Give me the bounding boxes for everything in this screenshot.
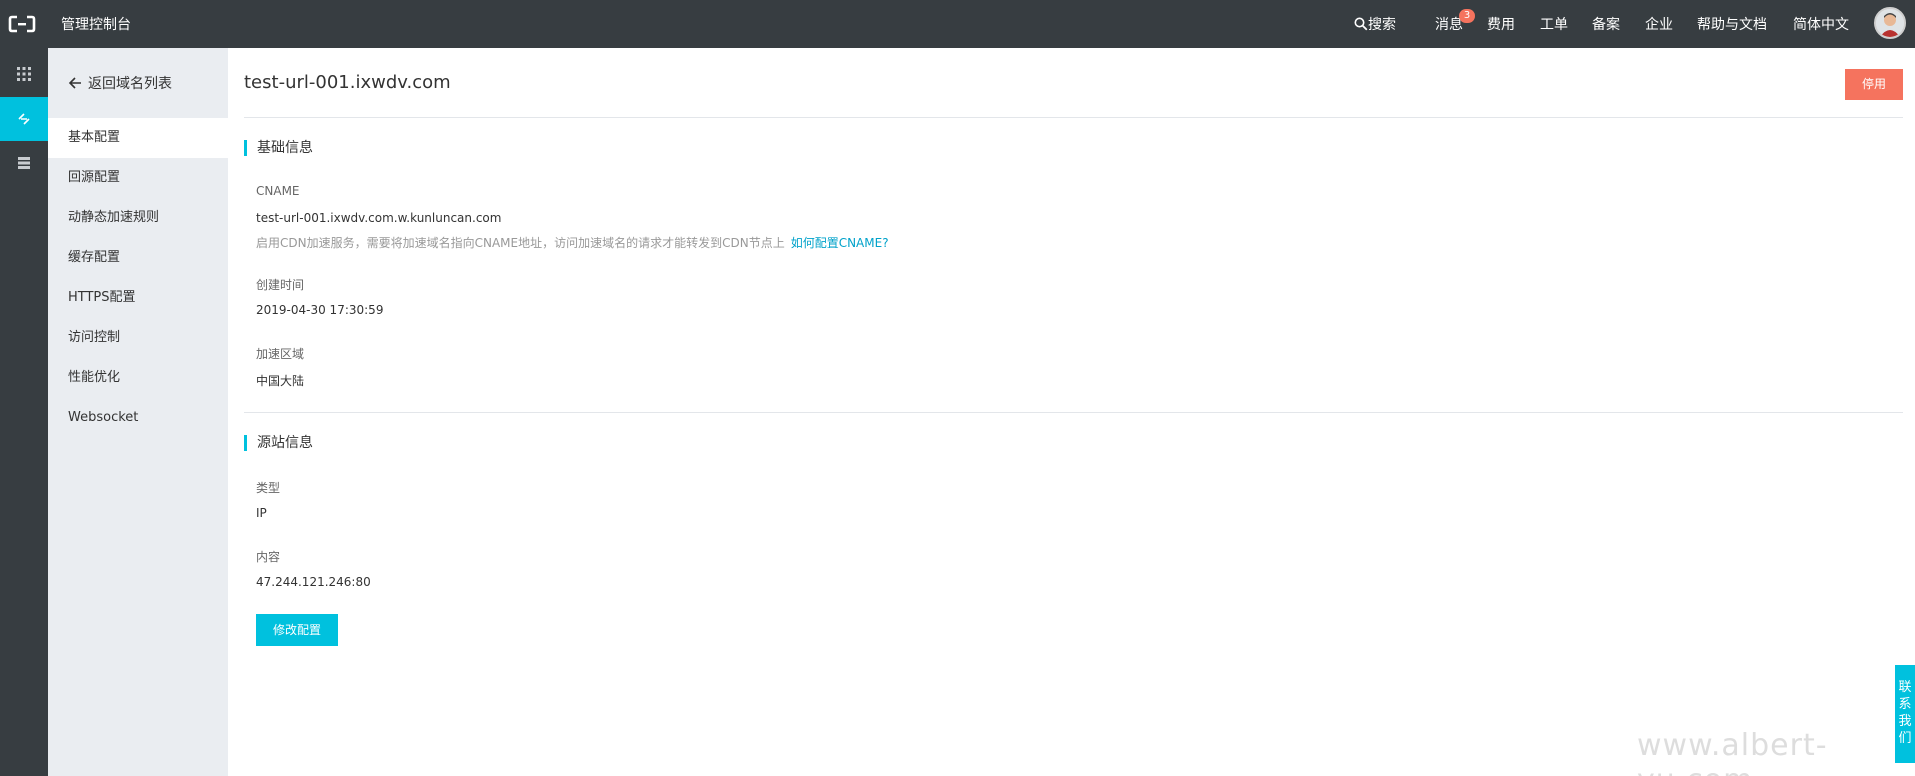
nav-item-access-control[interactable]: 访问控制 xyxy=(48,318,228,358)
how-to-config-cname-link[interactable]: 如何配置CNAME? xyxy=(791,236,889,250)
nav-item-performance[interactable]: 性能优化 xyxy=(48,358,228,398)
back-link-label: 返回域名列表 xyxy=(88,76,172,92)
search-icon xyxy=(1354,17,1368,31)
origin-content-label: 内容 xyxy=(256,550,281,564)
cname-hint: 启用CDN加速服务，需要将加速域名指向CNAME地址，访问加速域名的请求才能转发… xyxy=(256,234,889,251)
user-avatar[interactable] xyxy=(1874,7,1906,39)
top-bar: 管理控制台 搜索 消息 3 费用 工单 备案 企业 帮助与文档 简体中文 xyxy=(0,0,1915,48)
created-time-value: 2019-04-30 17:30:59 xyxy=(256,303,384,317)
search-label: 搜索 xyxy=(1368,17,1396,33)
cname-value: test-url-001.ixwdv.com.w.kunluncan.com xyxy=(256,211,502,225)
nav-item-websocket[interactable]: Websocket xyxy=(48,398,228,438)
origin-content-value: 47.244.121.246:80 xyxy=(256,575,371,589)
message-count-badge: 3 xyxy=(1459,9,1475,23)
cname-hint-text: 启用CDN加速服务，需要将加速域名指向CNAME地址，访问加速域名的请求才能转发… xyxy=(256,236,785,250)
user-avatar-icon xyxy=(1876,9,1904,37)
modify-config-button[interactable]: 修改配置 xyxy=(256,614,338,646)
origin-info-title: 源站信息 xyxy=(244,435,313,451)
disable-button[interactable]: 停用 xyxy=(1845,69,1903,100)
region-value: 中国大陆 xyxy=(256,374,305,388)
grid-icon xyxy=(17,67,31,81)
server-stack-icon xyxy=(18,157,30,169)
storage-nav-button[interactable] xyxy=(0,141,48,185)
filing-link[interactable]: 备案 xyxy=(1592,14,1620,34)
contact-us-tab[interactable]: 联系我们 xyxy=(1895,665,1915,763)
cdn-nav-button[interactable] xyxy=(0,97,48,141)
origin-type-label: 类型 xyxy=(256,481,281,495)
basic-info-title: 基础信息 xyxy=(244,140,313,156)
header-divider xyxy=(244,117,1903,118)
cname-label: CNAME xyxy=(256,184,300,198)
back-to-domain-list-link[interactable]: 返回域名列表 xyxy=(48,48,228,118)
console-title[interactable]: 管理控制台 xyxy=(61,14,131,34)
section-divider xyxy=(244,412,1903,413)
enterprise-link[interactable]: 企业 xyxy=(1645,14,1673,34)
domain-config-nav: 返回域名列表 基本配置 回源配置 动静态加速规则 缓存配置 HTTPS配置 访问… xyxy=(48,48,228,776)
nav-item-acceleration-rules[interactable]: 动静态加速规则 xyxy=(48,198,228,238)
arrow-left-icon xyxy=(68,77,81,89)
aliyun-logo-icon[interactable] xyxy=(8,11,36,37)
help-docs-link[interactable]: 帮助与文档 xyxy=(1697,14,1767,34)
nav-item-basic-config[interactable]: 基本配置 xyxy=(48,118,228,158)
nav-item-origin-config[interactable]: 回源配置 xyxy=(48,158,228,198)
language-switch[interactable]: 简体中文 xyxy=(1793,14,1849,34)
tickets-link[interactable]: 工单 xyxy=(1540,14,1568,34)
page-title: test-url-001.ixwdv.com xyxy=(244,72,451,93)
main-content: test-url-001.ixwdv.com 停用 基础信息 CNAME tes… xyxy=(228,48,1915,776)
watermark-text: www.albert-yu.com xyxy=(1637,728,1828,776)
created-time-label: 创建时间 xyxy=(256,278,305,292)
nav-item-cache-config[interactable]: 缓存配置 xyxy=(48,238,228,278)
cdn-lightning-icon xyxy=(18,113,30,125)
product-rail xyxy=(0,48,48,776)
fees-link[interactable]: 费用 xyxy=(1487,14,1515,34)
origin-type-value: IP xyxy=(256,506,267,520)
region-label: 加速区域 xyxy=(256,347,305,361)
products-menu-button[interactable] xyxy=(0,52,48,96)
nav-item-https-config[interactable]: HTTPS配置 xyxy=(48,278,228,318)
search-button[interactable]: 搜索 xyxy=(1354,14,1396,34)
